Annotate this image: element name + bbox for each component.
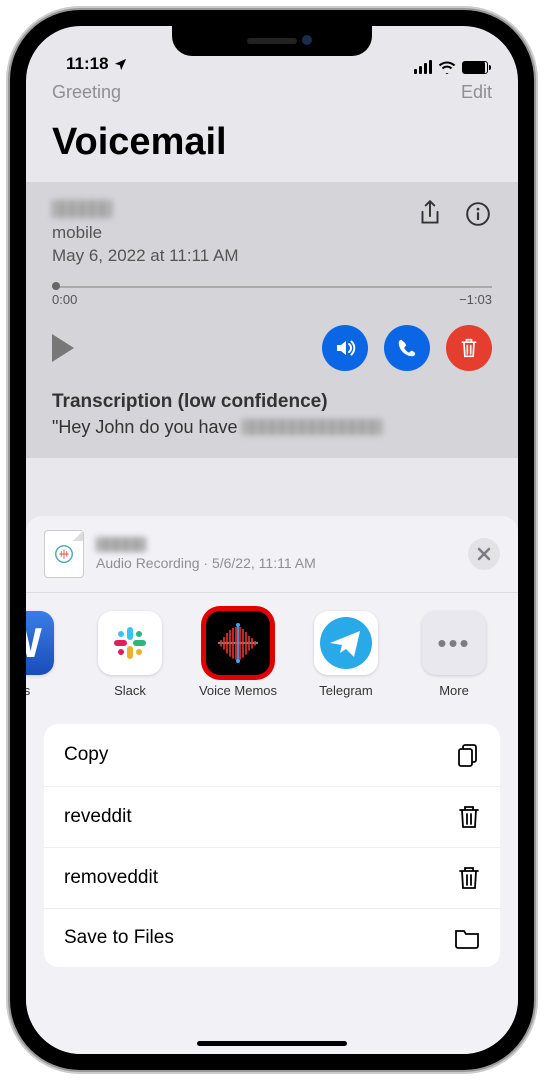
front-camera — [302, 35, 312, 45]
voice-memos-app-icon — [206, 611, 270, 675]
share-actions: Copy reveddit removeddit — [44, 724, 500, 967]
battery-icon — [462, 61, 488, 74]
share-sheet-header: Audio Recording · 5/6/22, 11:11 AM — [26, 516, 518, 593]
action-label: removeddit — [64, 867, 158, 889]
share-app-row[interactable]: W als — [26, 593, 518, 710]
transcription-blurred — [242, 419, 382, 435]
share-app-label: als — [26, 683, 30, 698]
page-title: Voicemail — [26, 109, 518, 182]
share-sheet: Audio Recording · 5/6/22, 11:11 AM W als — [26, 516, 518, 1054]
transcription-text: "Hey John do you have — [52, 417, 238, 438]
caller-type: mobile — [52, 222, 239, 245]
speaker-button[interactable] — [322, 325, 368, 371]
transcription-header: Transcription (low confidence) — [52, 391, 492, 413]
voicemail-date: May 6, 2022 at 11:11 AM — [52, 245, 239, 268]
action-label: Copy — [64, 744, 108, 766]
share-app-label: More — [439, 683, 469, 698]
share-app-word[interactable]: W als — [26, 611, 66, 698]
caller-name-blurred — [52, 200, 112, 218]
location-icon — [113, 57, 128, 72]
time-elapsed: 0:00 — [52, 292, 77, 307]
status-time: 11:18 — [66, 54, 109, 74]
action-label: reveddit — [64, 806, 132, 828]
action-save-to-files[interactable]: Save to Files — [44, 908, 500, 967]
phone-frame: 11:18 Greeting Edit Voicemail — [10, 10, 534, 1070]
play-button[interactable] — [52, 334, 74, 362]
share-app-telegram[interactable]: Telegram — [302, 611, 390, 698]
telegram-app-icon — [314, 611, 378, 675]
status-left: 11:18 — [66, 54, 128, 74]
more-icon: ••• — [422, 611, 486, 675]
playback-slider[interactable] — [52, 286, 492, 288]
action-removeddit[interactable]: removeddit — [44, 847, 500, 908]
share-app-more[interactable]: ••• More — [410, 611, 498, 698]
wifi-icon — [438, 60, 456, 74]
share-button[interactable] — [416, 200, 444, 228]
word-app-icon: W — [26, 611, 54, 675]
action-label: Save to Files — [64, 927, 174, 949]
slack-app-icon — [98, 611, 162, 675]
action-copy[interactable]: Copy — [44, 724, 500, 786]
time-remaining: −1:03 — [459, 292, 492, 307]
signal-icon — [414, 60, 432, 74]
delete-button[interactable] — [446, 325, 492, 371]
nav-row: Greeting Edit — [26, 76, 518, 109]
nav-edit[interactable]: Edit — [461, 82, 492, 103]
file-thumbnail — [44, 530, 84, 578]
copy-icon — [456, 742, 480, 768]
status-right — [414, 60, 488, 74]
voicemail-card: mobile May 6, 2022 at 11:11 AM 0:00 −1: — [26, 182, 518, 458]
trash-icon — [458, 866, 480, 890]
screen: 11:18 Greeting Edit Voicemail — [26, 26, 518, 1054]
close-button[interactable] — [468, 538, 500, 570]
share-app-label: Telegram — [319, 683, 372, 698]
notch — [172, 26, 372, 56]
speaker-grille — [247, 38, 297, 44]
share-app-slack[interactable]: Slack — [86, 611, 174, 698]
home-indicator[interactable] — [197, 1041, 347, 1046]
info-button[interactable] — [464, 200, 492, 228]
nav-greeting[interactable]: Greeting — [52, 82, 121, 103]
slider-thumb[interactable] — [52, 282, 60, 290]
file-meta: Audio Recording · 5/6/22, 11:11 AM — [96, 555, 456, 571]
file-name-blurred — [96, 537, 146, 552]
trash-icon — [458, 805, 480, 829]
share-app-voice-memos[interactable]: Voice Memos — [194, 611, 282, 698]
action-reveddit[interactable]: reveddit — [44, 786, 500, 847]
folder-icon — [454, 927, 480, 949]
share-app-label: Voice Memos — [199, 683, 277, 698]
share-app-label: Slack — [114, 683, 146, 698]
call-back-button[interactable] — [384, 325, 430, 371]
